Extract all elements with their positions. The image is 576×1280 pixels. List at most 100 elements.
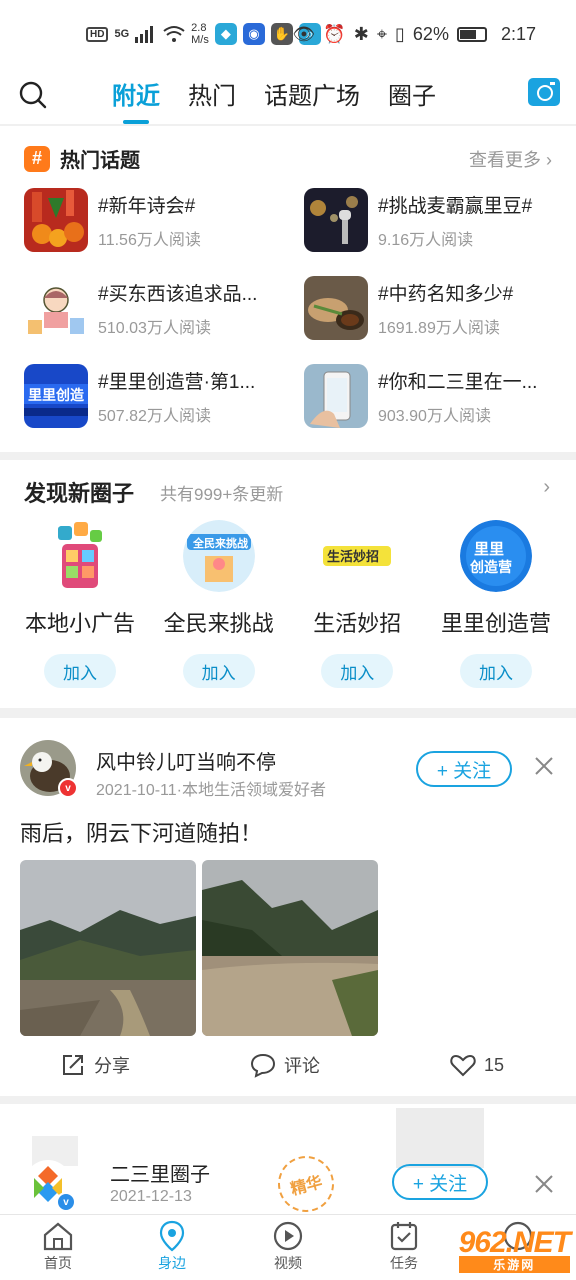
circle-name: 里里创造营 [440,611,551,636]
network-label: 5G [114,28,130,40]
image-placeholder [396,1108,484,1168]
task-calendar-icon [390,1222,418,1251]
topic-name: #买东西该追求品... [98,283,258,305]
bottom-tab-label: 身边 [158,1255,186,1271]
heart-icon [450,1054,476,1077]
svg-text:创造营: 创造营 [469,559,512,576]
see-more-link[interactable]: 查看更多 › [469,146,552,172]
topic-name: #里里创造营·第1... [98,371,256,393]
chevron-right-icon: › [546,150,552,170]
join-button[interactable]: 加入 [321,654,394,688]
topic-item[interactable]: 里里创造 #里里创造营·第1... 507.82万人阅读 [24,364,304,428]
bottom-tab-nearby[interactable]: 身边 [132,1219,212,1273]
bluetooth-icon: ✱ [353,24,369,44]
like-count: 15 [484,1054,505,1075]
topic-reads: 1691.89万人阅读 [378,319,500,337]
circle-name: 本地小广告 [24,611,135,636]
hot-topics-card: # 热门话题 查看更多 › #新年诗会# 11.56万人阅读 #挑战麦霸赢里豆#… [0,126,576,452]
verified-badge-icon: v [58,778,78,798]
bottom-tab-label: 视频 [274,1255,302,1271]
like-button[interactable]: 15 [450,1052,504,1078]
chevron-right-icon[interactable]: › [543,476,550,499]
topic-thumbnail [24,188,88,252]
circle-list: 本地小广告 加入 全民来挑战 全民来挑战 加入 生活妙招 生活妙招 加入 里里创… [12,520,564,688]
status-left: HD 5G 2.8 M/s ◆ ◉ ✋ ⌕ [86,22,321,46]
search-icon[interactable] [18,80,48,110]
bottom-tab-video[interactable]: 视频 [248,1219,328,1273]
hand-notification-icon: ✋ [270,23,293,45]
circle-item[interactable]: 生活妙招 生活妙招 加入 [289,520,425,688]
topic-thumbnail [24,276,88,340]
tab-topic-square[interactable]: 话题广场 [264,76,360,116]
circle-name: 全民来挑战 [163,611,274,636]
circle-avatar: 全民来挑战 [182,520,255,592]
join-button[interactable]: 加入 [182,654,255,688]
tab-circles[interactable]: 圈子 [388,76,436,116]
topic-name: #中药名知多少# [378,283,514,305]
circle-avatar [44,520,116,592]
discover-subtitle: 共有999+条更新 [160,485,284,504]
topic-name: #新年诗会# [98,195,196,217]
topic-item[interactable]: #中药名知多少# 1691.89万人阅读 [304,276,564,340]
share-icon [63,1055,83,1075]
topic-thumbnail: 里里创造 [24,364,88,428]
camera-icon[interactable] [528,78,560,106]
status-right: 👁 ⏰ ✱ ⌖ ▯ 62% 2:17 [293,24,537,45]
post-photo[interactable] [202,860,378,1036]
topic-reads: 507.82万人阅读 [98,407,211,425]
close-icon[interactable] [534,756,554,776]
topic-reads: 11.56万人阅读 [98,231,201,249]
svg-text:全民来挑战: 全民来挑战 [192,536,248,550]
post-author[interactable]: 风中铃儿叮当响不停 [96,746,276,775]
topic-name: #挑战麦霸赢里豆# [378,195,533,217]
topic-reads: 510.03万人阅读 [98,319,211,337]
join-button[interactable]: 加入 [44,654,116,688]
topic-item[interactable]: #买东西该追求品... 510.03万人阅读 [24,276,304,340]
share-button[interactable]: 分享 [60,1052,130,1078]
bottom-tab-label: 首页 [44,1255,72,1271]
topic-grid: #新年诗会# 11.56万人阅读 #挑战麦霸赢里豆# 9.16万人阅读 #买东西… [24,188,564,428]
bottom-tab-tasks[interactable]: 任务 [364,1219,444,1273]
post-photo[interactable] [20,860,196,1036]
app-notification-icon: ◆ [214,23,237,45]
circle-item[interactable]: 本地小广告 加入 [12,520,148,688]
post-meta: 2021-10-11·本地生活领域爱好者 [96,782,326,799]
topic-name: #你和二三里在一... [378,371,538,393]
share-label: 分享 [94,1056,130,1076]
comment-button[interactable]: 评论 [250,1052,320,1078]
follow-button[interactable]: + 关注 [392,1164,488,1200]
tab-nearby[interactable]: 附近 [112,76,160,116]
post-photos [20,860,378,1036]
hot-topics-title: 热门话题 [60,150,140,172]
follow-button[interactable]: + 关注 [416,751,512,787]
status-bar: HD 5G 2.8 M/s ◆ ◉ ✋ ⌕ 👁 ⏰ ✱ ⌖ ▯ 62% 2:17 [0,0,576,72]
post-author[interactable]: 二三里圈子 [110,1158,210,1187]
topic-item[interactable]: #新年诗会# 11.56万人阅读 [24,188,304,252]
circle-item[interactable]: 里里 创造营 里里创造营 加入 [428,520,564,688]
topic-item[interactable]: #挑战麦霸赢里豆# 9.16万人阅读 [304,188,564,252]
svg-text:里里: 里里 [474,540,504,558]
topic-thumbnail [304,188,368,252]
vibrate-icon: ▯ [395,24,405,44]
svg-text:生活妙招: 生活妙招 [327,549,379,565]
tab-hot[interactable]: 热门 [188,76,236,116]
topic-item[interactable]: #你和二三里在一... 903.90万人阅读 [304,364,564,428]
clock: 2:17 [500,24,536,44]
post-text: 雨后，阴云下河道随拍！ [20,821,263,846]
circle-item[interactable]: 全民来挑战 全民来挑战 加入 [151,520,287,688]
top-nav: 附近 热门 话题广场 圈子 [0,72,576,124]
bottom-tab-label: 任务 [390,1255,418,1271]
close-icon[interactable] [534,1174,554,1194]
verified-badge-icon: v [56,1192,76,1212]
post-card: v 风中铃儿叮当响不停 2021-10-11·本地生活领域爱好者 + 关注 雨后… [0,718,576,1096]
tab-bar: 附近 热门 话题广场 圈子 [112,76,436,116]
location-icon: ⌖ [376,24,388,44]
circle-name: 生活妙招 [313,611,402,636]
join-button[interactable]: 加入 [459,654,532,688]
svg-text:里里创造: 里里创造 [28,387,84,404]
wifi-icon [163,26,185,42]
post-date: 2021-12-13 [110,1188,192,1205]
bottom-tab-home[interactable]: 首页 [18,1219,98,1273]
topic-reads: 9.16万人阅读 [378,231,474,249]
comment-label: 评论 [284,1056,320,1076]
